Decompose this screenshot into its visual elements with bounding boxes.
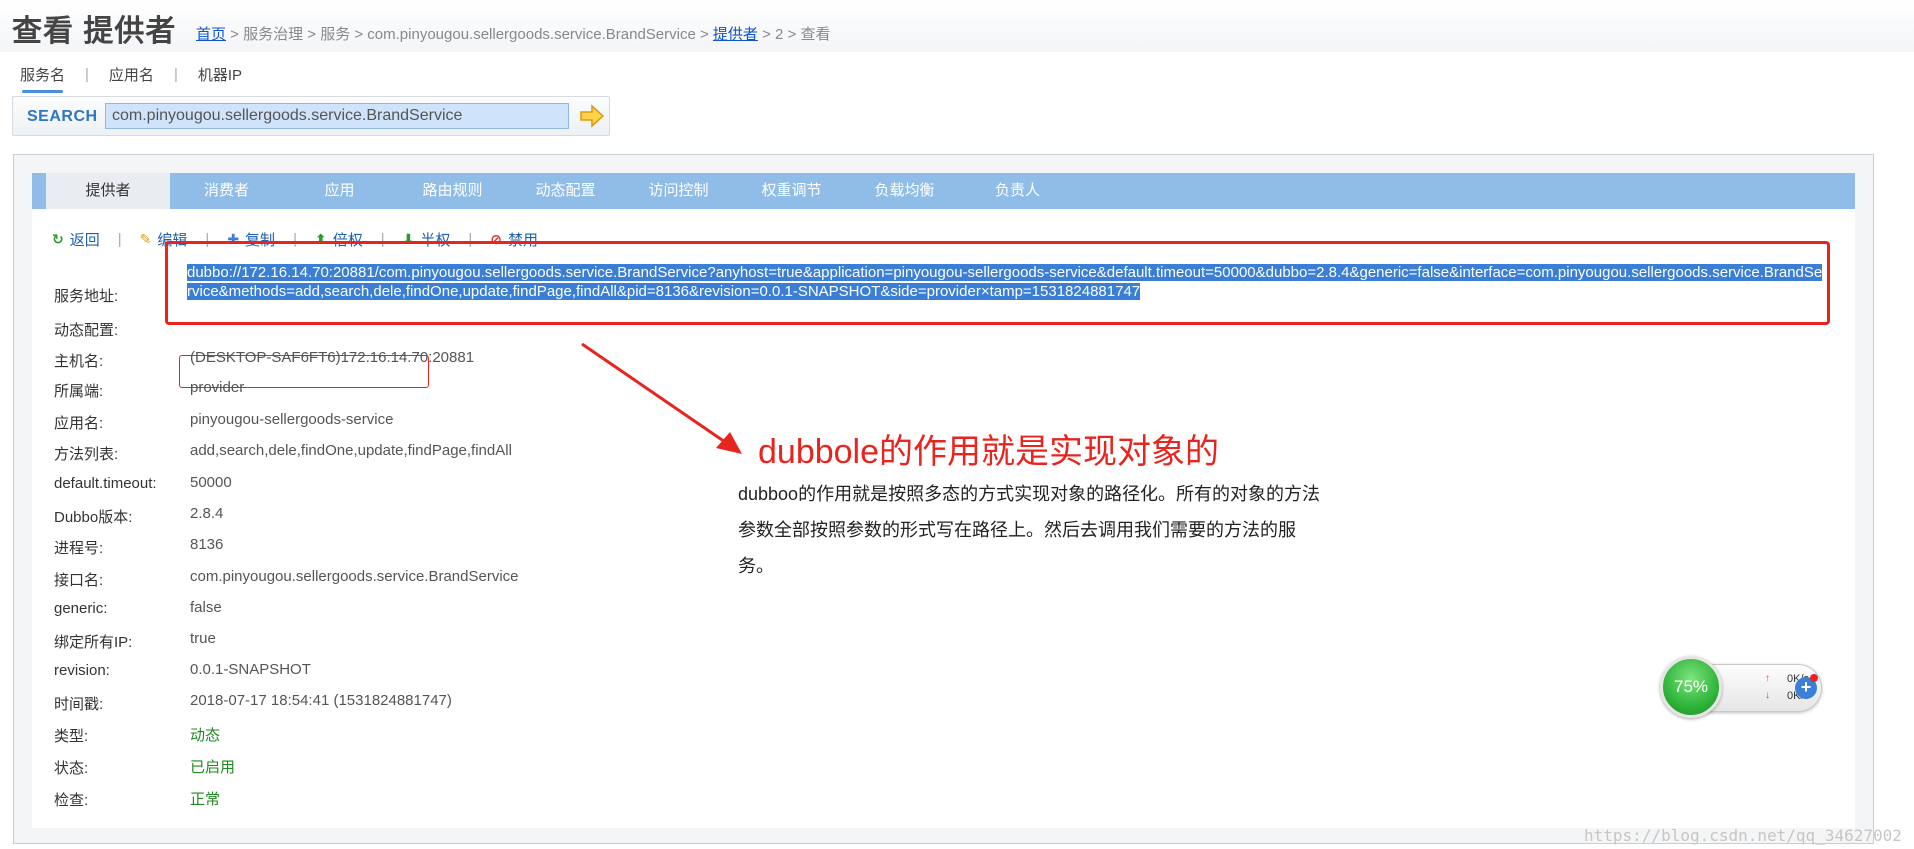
nav-tabs: 提供者 消费者 应用 路由规则 动态配置 访问控制 权重调节 负载均衡 负责人 bbox=[32, 173, 1855, 209]
methods-label: 方法列表: bbox=[54, 446, 119, 463]
notification-dot-icon bbox=[1810, 674, 1818, 682]
generic-label: generic: bbox=[54, 600, 108, 617]
service-url-value[interactable]: dubbo://172.16.14.70:20881/com.pinyougou… bbox=[187, 263, 1827, 301]
timestamp-value: 2018-07-17 18:54:41 (1531824881747) bbox=[190, 692, 452, 709]
upload-arrow-icon: ↑ bbox=[1765, 673, 1770, 684]
breadcrumb-home-link[interactable]: 首页 bbox=[196, 26, 226, 43]
generic-value: false bbox=[190, 599, 222, 616]
divider: | bbox=[117, 231, 122, 248]
search-input[interactable] bbox=[105, 103, 569, 129]
interface-value: com.pinyougou.sellergoods.service.BrandS… bbox=[190, 568, 519, 585]
host-value: (DESKTOP-SAF6FT6)172.16.14.70:20881 bbox=[190, 349, 475, 366]
tab-dynamic-config[interactable]: 动态配置 bbox=[509, 173, 622, 209]
annotation-title: dubbole的作用就是实现对象的 bbox=[758, 433, 1220, 471]
side-label: 所属端: bbox=[54, 383, 104, 400]
app-label: 应用名: bbox=[54, 415, 104, 432]
back-icon: ↻ bbox=[52, 231, 64, 247]
search-label: SEARCH bbox=[27, 108, 98, 125]
anyhost-value: true bbox=[190, 630, 216, 647]
pid-label: 进程号: bbox=[54, 540, 104, 557]
memory-percent-gauge[interactable]: 75% bbox=[1660, 656, 1722, 718]
status-label: 状态: bbox=[54, 760, 89, 777]
type-label: 类型: bbox=[54, 728, 89, 745]
url-label: 服务地址: bbox=[54, 288, 119, 305]
tab-load-balance[interactable]: 负载均衡 bbox=[848, 173, 961, 209]
annotation-arrow-icon bbox=[581, 342, 742, 454]
breadcrumb-path: > 服务治理 > 服务 > com.pinyougou.sellergoods.… bbox=[226, 26, 713, 43]
breadcrumb-provider-link[interactable]: 提供者 bbox=[713, 26, 758, 43]
interface-label: 接口名: bbox=[54, 572, 104, 589]
pencil-icon: ✎ bbox=[139, 231, 152, 247]
tab-weight[interactable]: 权重调节 bbox=[735, 173, 848, 209]
search-bar: SEARCH bbox=[12, 96, 610, 136]
tab-provider[interactable]: 提供者 bbox=[46, 173, 170, 209]
search-tab-service[interactable]: 服务名 bbox=[18, 64, 67, 93]
host-label: 主机名: bbox=[54, 353, 104, 370]
methods-value: add,search,dele,findOne,update,findPage,… bbox=[190, 442, 512, 459]
tab-owner[interactable]: 负责人 bbox=[961, 173, 1074, 209]
check-label: 检查: bbox=[54, 792, 89, 809]
dubbo-version-value: 2.8.4 bbox=[190, 505, 224, 522]
tab-application[interactable]: 应用 bbox=[283, 173, 396, 209]
revision-value: 0.0.1-SNAPSHOT bbox=[190, 661, 311, 678]
search-type-tabs: 服务名 | 应用名 | 机器IP bbox=[18, 64, 244, 93]
download-arrow-icon: ↓ bbox=[1765, 690, 1770, 701]
revision-label: revision: bbox=[54, 662, 110, 679]
back-button[interactable]: ↻ 返回 bbox=[52, 229, 100, 250]
timeout-value: 50000 bbox=[190, 474, 232, 491]
network-speed-widget[interactable]: ↑ 0K/s ↓ 0K/s 75% + bbox=[1660, 656, 1823, 718]
search-tab-ip[interactable]: 机器IP bbox=[196, 64, 244, 85]
app-value: pinyougou-sellergoods-service bbox=[190, 411, 394, 428]
divider: | bbox=[173, 66, 178, 83]
anyhost-label: 绑定所有IP: bbox=[54, 634, 133, 651]
tab-routing[interactable]: 路由规则 bbox=[396, 173, 509, 209]
dubbo-version-label: Dubbo版本: bbox=[54, 509, 133, 526]
breadcrumb: 首页 > 服务治理 > 服务 > com.pinyougou.sellergoo… bbox=[196, 23, 830, 44]
pid-value: 8136 bbox=[190, 536, 224, 553]
breadcrumb-tail: > 2 > 查看 bbox=[757, 26, 831, 43]
check-value: 正常 bbox=[190, 791, 221, 808]
timeout-label: default.timeout: bbox=[54, 475, 157, 492]
status-value: 已启用 bbox=[190, 759, 236, 776]
page: 查看 提供者 首页 > 服务治理 > 服务 > com.pinyougou.se… bbox=[0, 0, 1914, 849]
divider: | bbox=[85, 66, 89, 83]
timestamp-label: 时间戳: bbox=[54, 696, 104, 713]
dynamic-config-label: 动态配置: bbox=[54, 322, 119, 339]
annotation-text: dubboo的作用就是按照多态的方式实现对象的路径化。所有的对象的方法参数全部按… bbox=[738, 484, 1321, 576]
watermark: https://blog.csdn.net/qq_34627002 bbox=[1584, 826, 1902, 845]
type-value: 动态 bbox=[190, 727, 221, 744]
tab-access-control[interactable]: 访问控制 bbox=[622, 173, 735, 209]
tab-consumer[interactable]: 消费者 bbox=[170, 173, 283, 209]
search-tab-app[interactable]: 应用名 bbox=[107, 64, 156, 85]
search-go-arrow-icon[interactable] bbox=[579, 104, 605, 128]
side-value: provider bbox=[190, 379, 245, 396]
page-title: 查看 提供者 bbox=[12, 15, 177, 48]
